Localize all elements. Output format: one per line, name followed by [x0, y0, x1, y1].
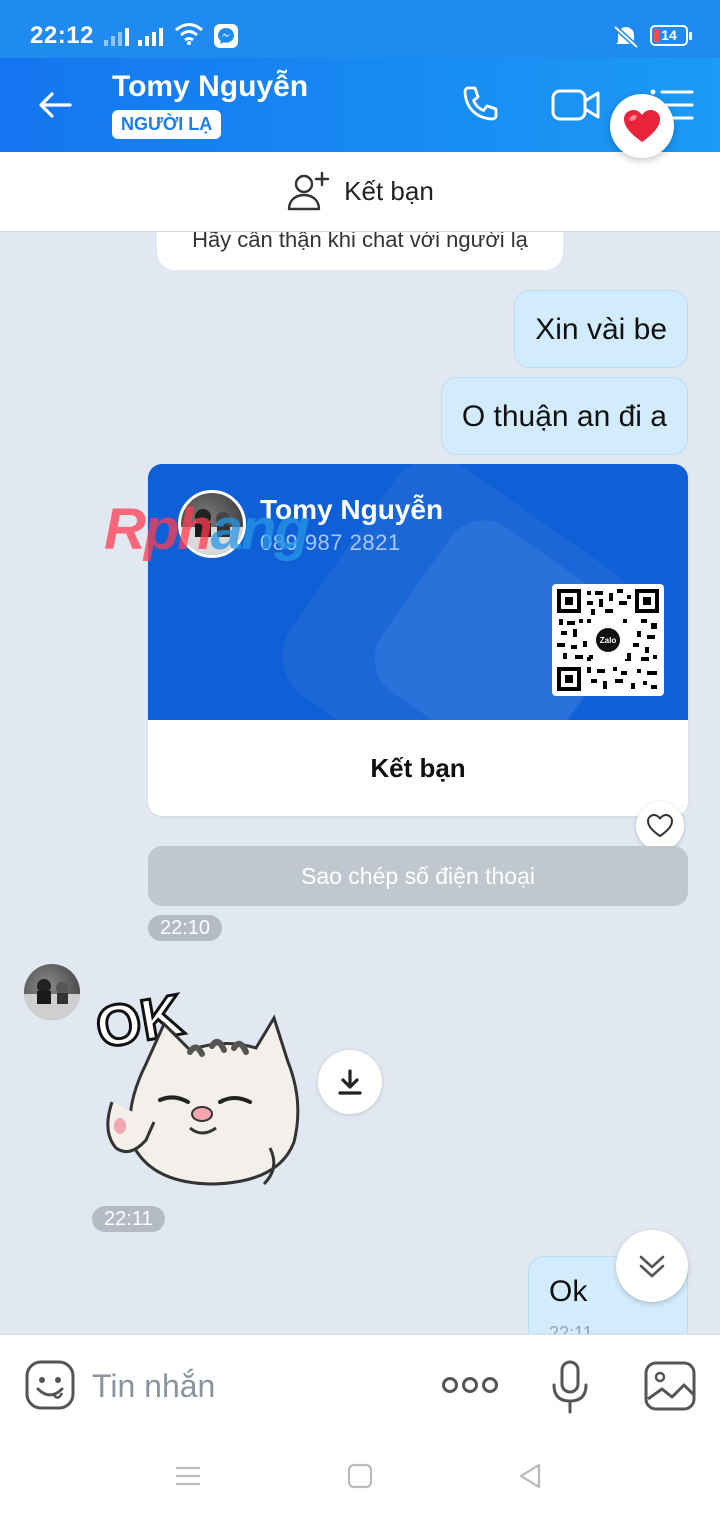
cat-sticker[interactable]: OK: [90, 972, 308, 1192]
add-user-icon: [287, 171, 330, 210]
phone-icon[interactable]: [458, 82, 504, 128]
contact-card-header: Tomy Nguyễn 089 987 2821 Zalo: [148, 464, 688, 720]
heart-outline-icon[interactable]: [636, 802, 684, 850]
mute-icon: [613, 25, 639, 49]
contact-card-phone: 089 987 2821: [260, 530, 401, 555]
message-timestamp: 22:10: [148, 915, 223, 941]
battery-indicator: 14: [650, 25, 692, 46]
contact-card-name: Tomy Nguyễn: [260, 494, 444, 525]
status-bar: 22:12 14: [0, 0, 720, 58]
contact-card-add-friend-button[interactable]: Kết bạn: [148, 720, 688, 816]
download-icon[interactable]: [318, 1050, 382, 1114]
more-dots-icon[interactable]: [440, 1365, 500, 1405]
system-nav-bar: [0, 1438, 720, 1520]
message-input-bar: [0, 1334, 720, 1438]
qr-logo-text: Zalo: [600, 636, 617, 645]
stranger-badge: NGƯỜI LẠ: [112, 110, 222, 139]
home-icon[interactable]: [346, 1462, 374, 1490]
back-arrow-icon[interactable]: [34, 84, 76, 126]
recent-apps-icon[interactable]: [174, 1462, 202, 1490]
message-timestamp: 22:11: [92, 1206, 165, 1232]
qr-code: Zalo: [552, 584, 664, 696]
chat-messages[interactable]: Hãy cẩn thận khi chat với người lạ Xin v…: [0, 232, 720, 1334]
signal-icon-2: [138, 26, 163, 46]
emoji-icon[interactable]: [24, 1359, 76, 1411]
messenger-icon: [214, 24, 238, 48]
message-input[interactable]: [92, 1363, 412, 1409]
message-text: Ok: [549, 1275, 588, 1308]
copy-phone-button[interactable]: Sao chép số điện thoại: [148, 846, 688, 906]
qr-code-image: Zalo: [557, 589, 659, 691]
outgoing-message[interactable]: O thuận an đi a: [440, 377, 688, 455]
microphone-icon[interactable]: [548, 1359, 592, 1415]
status-time: 22:12: [30, 22, 94, 49]
add-friend-label: Kết bạn: [344, 176, 434, 206]
contact-card[interactable]: Tomy Nguyễn 089 987 2821 Zalo Kết bạn: [148, 464, 688, 816]
signal-icon: [104, 26, 129, 46]
image-icon[interactable]: [642, 1359, 698, 1413]
system-back-icon[interactable]: [516, 1462, 544, 1490]
contact-name[interactable]: Tomy Nguyễn: [112, 70, 308, 104]
avatar[interactable]: [24, 964, 80, 1020]
chevron-double-down-icon[interactable]: [616, 1230, 688, 1302]
outgoing-message[interactable]: Xin vài be: [514, 290, 688, 368]
wifi-icon: [175, 23, 203, 45]
video-camera-icon[interactable]: [550, 84, 602, 126]
heart-icon[interactable]: [610, 94, 674, 158]
avatar: [178, 490, 246, 558]
stranger-warning: Hãy cẩn thận khi chat với người lạ: [157, 232, 563, 270]
add-friend-bar[interactable]: Kết bạn: [0, 152, 720, 232]
message-time: 22:11: [549, 1323, 593, 1334]
